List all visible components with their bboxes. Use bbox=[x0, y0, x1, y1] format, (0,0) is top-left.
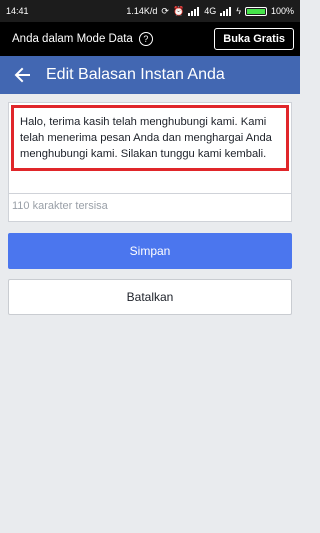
network-type: 4G bbox=[204, 6, 217, 16]
free-mode-button[interactable]: Buka Gratis bbox=[214, 28, 294, 50]
reply-text[interactable]: Halo, terima kasih telah menghubungi kam… bbox=[11, 105, 289, 171]
cancel-button[interactable]: Batalkan bbox=[8, 279, 292, 315]
main-content: Halo, terima kasih telah menghubungi kam… bbox=[0, 94, 300, 323]
signal-icon-2 bbox=[220, 6, 232, 16]
arrow-left-icon[interactable] bbox=[12, 65, 32, 85]
alarm-icon: ⏰ bbox=[172, 5, 185, 16]
signal-icon bbox=[188, 6, 200, 16]
status-bar: 14:41 1.14K/d ⟳ ⏰ 4G ϟ 100% bbox=[0, 0, 300, 22]
character-counter: 110 karakter tersisa bbox=[8, 194, 292, 222]
save-button[interactable]: Simpan bbox=[8, 233, 292, 269]
charging-icon: ϟ bbox=[236, 6, 241, 16]
status-time: 14:41 bbox=[6, 6, 29, 16]
data-mode-left: Anda dalam Mode Data ? bbox=[12, 32, 153, 46]
battery-percent: 100% bbox=[270, 6, 294, 16]
network-speed: 1.14K/d bbox=[126, 6, 158, 16]
data-mode-text: Anda dalam Mode Data bbox=[12, 33, 133, 45]
data-mode-bar: Anda dalam Mode Data ? Buka Gratis bbox=[0, 22, 300, 56]
app-bar: Edit Balasan Instan Anda bbox=[0, 56, 300, 94]
battery-icon bbox=[244, 6, 267, 16]
sync-icon: ⟳ bbox=[161, 5, 169, 16]
status-right-group: 1.14K/d ⟳ ⏰ 4G ϟ 100% bbox=[126, 6, 294, 17]
reply-textarea[interactable]: Halo, terima kasih telah menghubungi kam… bbox=[8, 102, 292, 194]
page-title: Edit Balasan Instan Anda bbox=[46, 66, 225, 83]
help-icon[interactable]: ? bbox=[138, 32, 153, 46]
